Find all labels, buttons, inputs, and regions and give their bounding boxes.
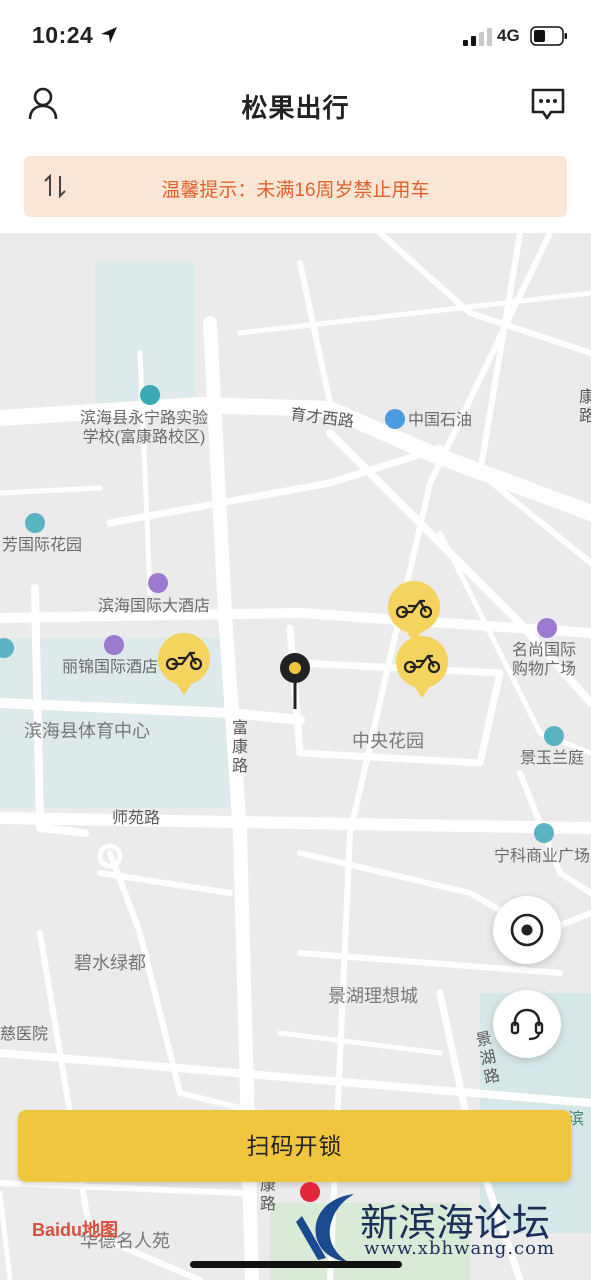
hotel-poi-icon: [104, 635, 124, 655]
status-bar: 10:24 4G: [0, 0, 591, 70]
location-arrow-icon: [101, 27, 117, 43]
map-label-hotel-binhai: 滨海国际大酒店: [98, 598, 211, 615]
map-label-zhongyang-garden: 中央花园: [352, 731, 424, 751]
map-label-shiyuan-road: 师苑路: [112, 810, 161, 827]
map-label-sports-center: 滨海县体育中心: [24, 721, 150, 741]
headset-icon: [510, 1008, 544, 1041]
notice-banner[interactable]: 温馨提示：未满16周岁禁止用车: [24, 156, 567, 217]
watermark-url: www.xbhwang.com: [364, 1238, 556, 1259]
battery-icon: [530, 26, 567, 46]
building-poi-icon: [544, 726, 564, 746]
map-label-jinghu-city: 景湖理想城: [328, 986, 418, 1006]
map-label-jingyu: 景玉兰庭: [520, 750, 585, 767]
baidu-map-logo: Baidu地图: [32, 1216, 118, 1242]
status-time: 10:24: [32, 22, 94, 48]
map-label-ningke: 宁科商业广场: [494, 848, 591, 865]
locate-button[interactable]: [493, 896, 561, 964]
map-label-school: 滨海县永宁路实验 学校(富康路校区): [80, 410, 209, 447]
gas-station-poi-icon: [385, 409, 405, 429]
building-poi-icon: [25, 513, 45, 533]
locate-target-icon: [510, 913, 544, 947]
map-label-bishui: 碧水绿都: [74, 953, 146, 973]
bike-marker[interactable]: [394, 636, 450, 702]
map-label-hotel-lijin: 丽锦国际酒店: [62, 659, 159, 676]
map-label-fang-garden: 芳国际花园: [2, 537, 83, 554]
message-icon[interactable]: [530, 86, 566, 122]
map-label-right-edge-road: 康路: [578, 389, 591, 425]
notice-text: 温馨提示：未满16周岁禁止用车: [161, 180, 430, 201]
shopping-poi-icon: [537, 618, 557, 638]
building-poi-icon: [534, 823, 554, 843]
app-header: 松果出行: [0, 70, 591, 148]
map-label-hospital: 慈医院: [0, 1026, 49, 1043]
map-label-mingshang: 名尚国际 购物广场: [512, 642, 577, 679]
hotel-poi-icon: [148, 573, 168, 593]
map-label-fukang-road: 富康路: [231, 720, 248, 775]
page-title: 松果出行: [241, 93, 350, 123]
scan-unlock-button[interactable]: 扫码开锁: [18, 1110, 571, 1182]
map-label-sinopec: 中国石油: [408, 412, 473, 429]
signal-icon: [463, 28, 492, 46]
network-type: 4G: [497, 26, 520, 45]
home-indicator: [190, 1261, 402, 1268]
baidu-logo-text: Baidu地图: [32, 1220, 119, 1240]
location-pin-icon: [280, 653, 310, 709]
customer-service-button[interactable]: [493, 990, 561, 1058]
bike-marker[interactable]: [156, 633, 212, 699]
school-poi-icon: [140, 385, 160, 405]
